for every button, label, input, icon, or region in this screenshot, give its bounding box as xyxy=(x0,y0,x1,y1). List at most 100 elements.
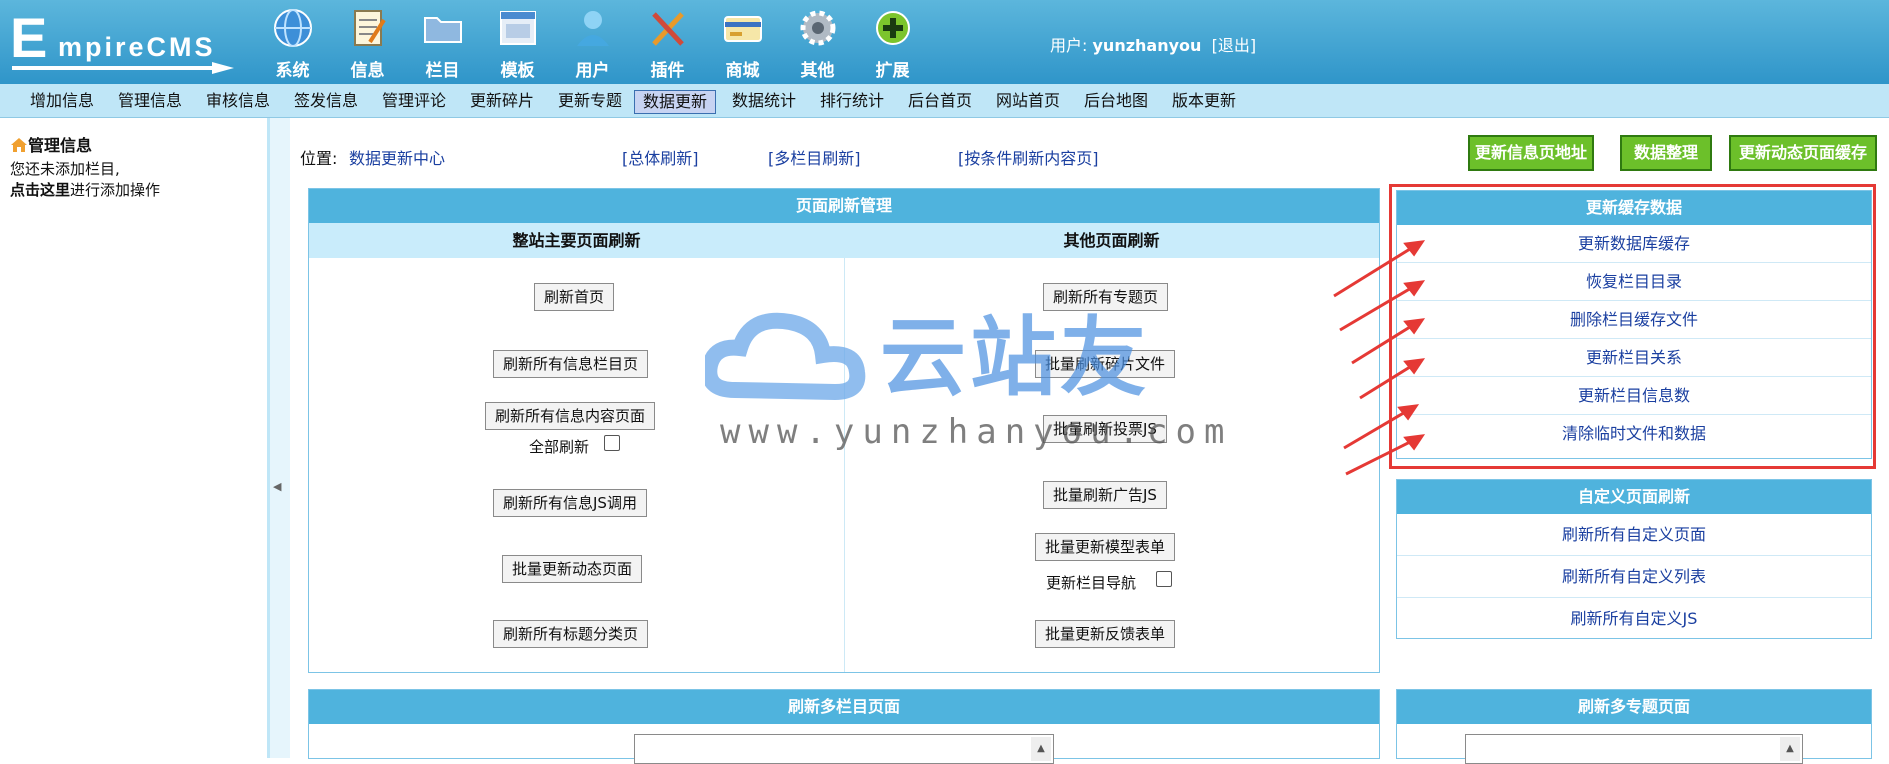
panel-title: 自定义页面刷新 xyxy=(1397,480,1871,514)
sidebar-title: 管理信息 xyxy=(10,132,92,156)
nav-label: 栏目 xyxy=(425,61,460,81)
nav-label: 模板 xyxy=(500,61,535,81)
batch-refresh-vote-js-button[interactable]: 批量刷新投票JS xyxy=(1043,415,1167,443)
card-icon xyxy=(723,16,762,42)
sidebar-click-here-link[interactable]: 点击这里 xyxy=(10,181,70,199)
top-header: E mpireCMS 系统 信息 栏目 模板 用户 插件 商城 其他 扩展 用户… xyxy=(0,0,1889,84)
location-label: 位置: xyxy=(300,149,338,168)
menu-item-update-topics[interactable]: 更新专题 xyxy=(550,90,630,114)
sidebar-title-text: 管理信息 xyxy=(28,136,93,155)
menu-item-review-info[interactable]: 审核信息 xyxy=(198,90,278,114)
user-prefix: 用户: xyxy=(1050,36,1088,55)
batch-update-model-forms-button[interactable]: 批量更新模型表单 xyxy=(1035,533,1176,561)
nav-label: 用户 xyxy=(575,61,610,81)
logo-letter: E xyxy=(10,6,48,69)
plus-icon xyxy=(875,11,910,45)
nav-label: 信息 xyxy=(350,61,385,81)
batch-update-dynamic-pages-button[interactable]: 批量更新动态页面 xyxy=(502,555,643,583)
sidebar-action-text: 进行添加操作 xyxy=(70,181,161,199)
collapse-arrow-icon[interactable]: ◀ xyxy=(273,480,281,493)
nav-user[interactable]: 用户 xyxy=(555,4,630,81)
highlight-box xyxy=(1389,184,1876,469)
refresh-custom-pages-link[interactable]: 刷新所有自定义页面 xyxy=(1397,514,1871,556)
sidebar-notice: 您还未添加栏目, xyxy=(10,160,120,178)
tools-icon xyxy=(651,12,684,46)
nav-info[interactable]: 信息 xyxy=(330,4,405,81)
menu-item-update-fragments[interactable]: 更新碎片 xyxy=(462,90,542,114)
refresh-all-column-pages-button[interactable]: 刷新所有信息栏目页 xyxy=(493,350,649,378)
menu-item-manage-comments[interactable]: 管理评论 xyxy=(374,90,454,114)
left-column-title: 整站主要页面刷新 xyxy=(309,223,844,258)
scroll-up-icon[interactable]: ▲ xyxy=(1780,737,1800,761)
logout-link[interactable]: [退出] xyxy=(1212,36,1257,55)
user-icon xyxy=(576,11,609,46)
logo-arrow-icon xyxy=(12,62,234,74)
refresh-all-content-pages-button[interactable]: 刷新所有信息内容页面 xyxy=(485,402,656,430)
folder-icon xyxy=(423,17,462,43)
custom-page-refresh-panel: 自定义页面刷新 刷新所有自定义页面 刷新所有自定义列表 刷新所有自定义JS xyxy=(1396,479,1872,639)
menu-item-admin-map[interactable]: 后台地图 xyxy=(1076,90,1156,114)
nav-template[interactable]: 模板 xyxy=(480,4,555,81)
update-info-url-button[interactable]: 更新信息页地址 xyxy=(1468,135,1594,171)
breadcrumb-data-update-center[interactable]: 数据更新中心 xyxy=(349,145,445,169)
multi-topic-refresh-panel: 刷新多专题页面 ▲ xyxy=(1396,689,1872,764)
link-multi-column-refresh[interactable]: [多栏目刷新] xyxy=(768,145,861,169)
full-refresh-checkbox[interactable] xyxy=(604,435,620,451)
nav-label: 其他 xyxy=(800,61,835,81)
empirecms-logo[interactable]: E mpireCMS xyxy=(10,6,234,74)
user-name: yunzhanyou xyxy=(1092,36,1202,55)
column-nav-checkbox[interactable] xyxy=(1156,571,1172,587)
menu-item-site-home[interactable]: 网站首页 xyxy=(988,90,1068,114)
batch-refresh-fragments-button[interactable]: 批量刷新碎片文件 xyxy=(1035,350,1176,378)
nav-label: 商城 xyxy=(725,61,760,81)
menu-item-data-update[interactable]: 数据更新 xyxy=(634,90,717,114)
column-select-list[interactable]: ▲ xyxy=(634,734,1054,764)
multi-column-refresh-panel: 刷新多栏目页面 ▲ xyxy=(308,689,1380,764)
page-refresh-panel: 页面刷新管理 整站主要页面刷新 其他页面刷新 刷新首页 刷新所有信息栏目页 刷新… xyxy=(308,188,1380,673)
refresh-all-topic-pages-button[interactable]: 刷新所有专题页 xyxy=(1043,283,1169,311)
refresh-all-title-class-pages-button[interactable]: 刷新所有标题分类页 xyxy=(493,620,649,648)
data-cleanup-button[interactable]: 数据整理 xyxy=(1620,135,1712,171)
gear-icon xyxy=(800,10,835,46)
menu-item-sign-info[interactable]: 签发信息 xyxy=(286,90,366,114)
batch-refresh-ad-js-button[interactable]: 批量刷新广告JS xyxy=(1043,481,1167,509)
sidebar-splitter[interactable] xyxy=(270,118,290,758)
nav-column[interactable]: 栏目 xyxy=(405,4,480,81)
refresh-all-info-js-button[interactable]: 刷新所有信息JS调用 xyxy=(493,489,647,517)
menu-item-admin-home[interactable]: 后台首页 xyxy=(900,90,980,114)
panel-title: 刷新多专题页面 xyxy=(1397,690,1871,724)
nav-label: 插件 xyxy=(650,61,685,81)
nav-other[interactable]: 其他 xyxy=(780,4,855,81)
column-divider xyxy=(844,258,845,672)
right-column-title: 其他页面刷新 xyxy=(844,223,1379,258)
menu-item-rank-stats[interactable]: 排行统计 xyxy=(812,90,892,114)
nav-system[interactable]: 系统 xyxy=(255,4,330,81)
sub-menu-bar: 增加信息 管理信息 审核信息 签发信息 管理评论 更新碎片 更新专题 数据更新 … xyxy=(0,84,1889,118)
menu-item-manage-info[interactable]: 管理信息 xyxy=(110,90,190,114)
left-sidebar: 管理信息 您还未添加栏目, 点击这里进行添加操作 xyxy=(0,118,270,758)
home-icon xyxy=(11,138,27,152)
menu-item-add-info[interactable]: 增加信息 xyxy=(22,90,102,114)
panel-title: 页面刷新管理 xyxy=(309,189,1379,223)
user-info: 用户: yunzhanyou [退出] xyxy=(1050,32,1256,56)
refresh-custom-lists-link[interactable]: 刷新所有自定义列表 xyxy=(1397,556,1871,598)
nav-label: 扩展 xyxy=(875,61,910,81)
scroll-up-icon[interactable]: ▲ xyxy=(1031,737,1051,761)
menu-item-version-update[interactable]: 版本更新 xyxy=(1164,90,1244,114)
annotation-arrows xyxy=(1333,240,1426,476)
panel-title: 刷新多栏目页面 xyxy=(309,690,1379,724)
logo-text: mpireCMS xyxy=(58,32,216,62)
full-refresh-label: 全部刷新 xyxy=(529,438,590,456)
update-dynamic-cache-button[interactable]: 更新动态页面缓存 xyxy=(1729,135,1877,171)
refresh-home-button[interactable]: 刷新首页 xyxy=(534,283,615,311)
batch-update-feedback-forms-button[interactable]: 批量更新反馈表单 xyxy=(1035,620,1176,648)
refresh-custom-js-link[interactable]: 刷新所有自定义JS xyxy=(1397,598,1871,640)
topic-select-list[interactable]: ▲ xyxy=(1465,734,1803,764)
nav-plugin[interactable]: 插件 xyxy=(630,4,705,81)
nav-extend[interactable]: 扩展 xyxy=(855,4,930,81)
nav-shop[interactable]: 商城 xyxy=(705,4,780,81)
link-overall-refresh[interactable]: [总体刷新] xyxy=(622,145,699,169)
column-nav-label: 更新栏目导航 xyxy=(1046,574,1137,592)
link-conditional-refresh[interactable]: [按条件刷新内容页] xyxy=(958,145,1099,169)
menu-item-data-stats[interactable]: 数据统计 xyxy=(724,90,804,114)
